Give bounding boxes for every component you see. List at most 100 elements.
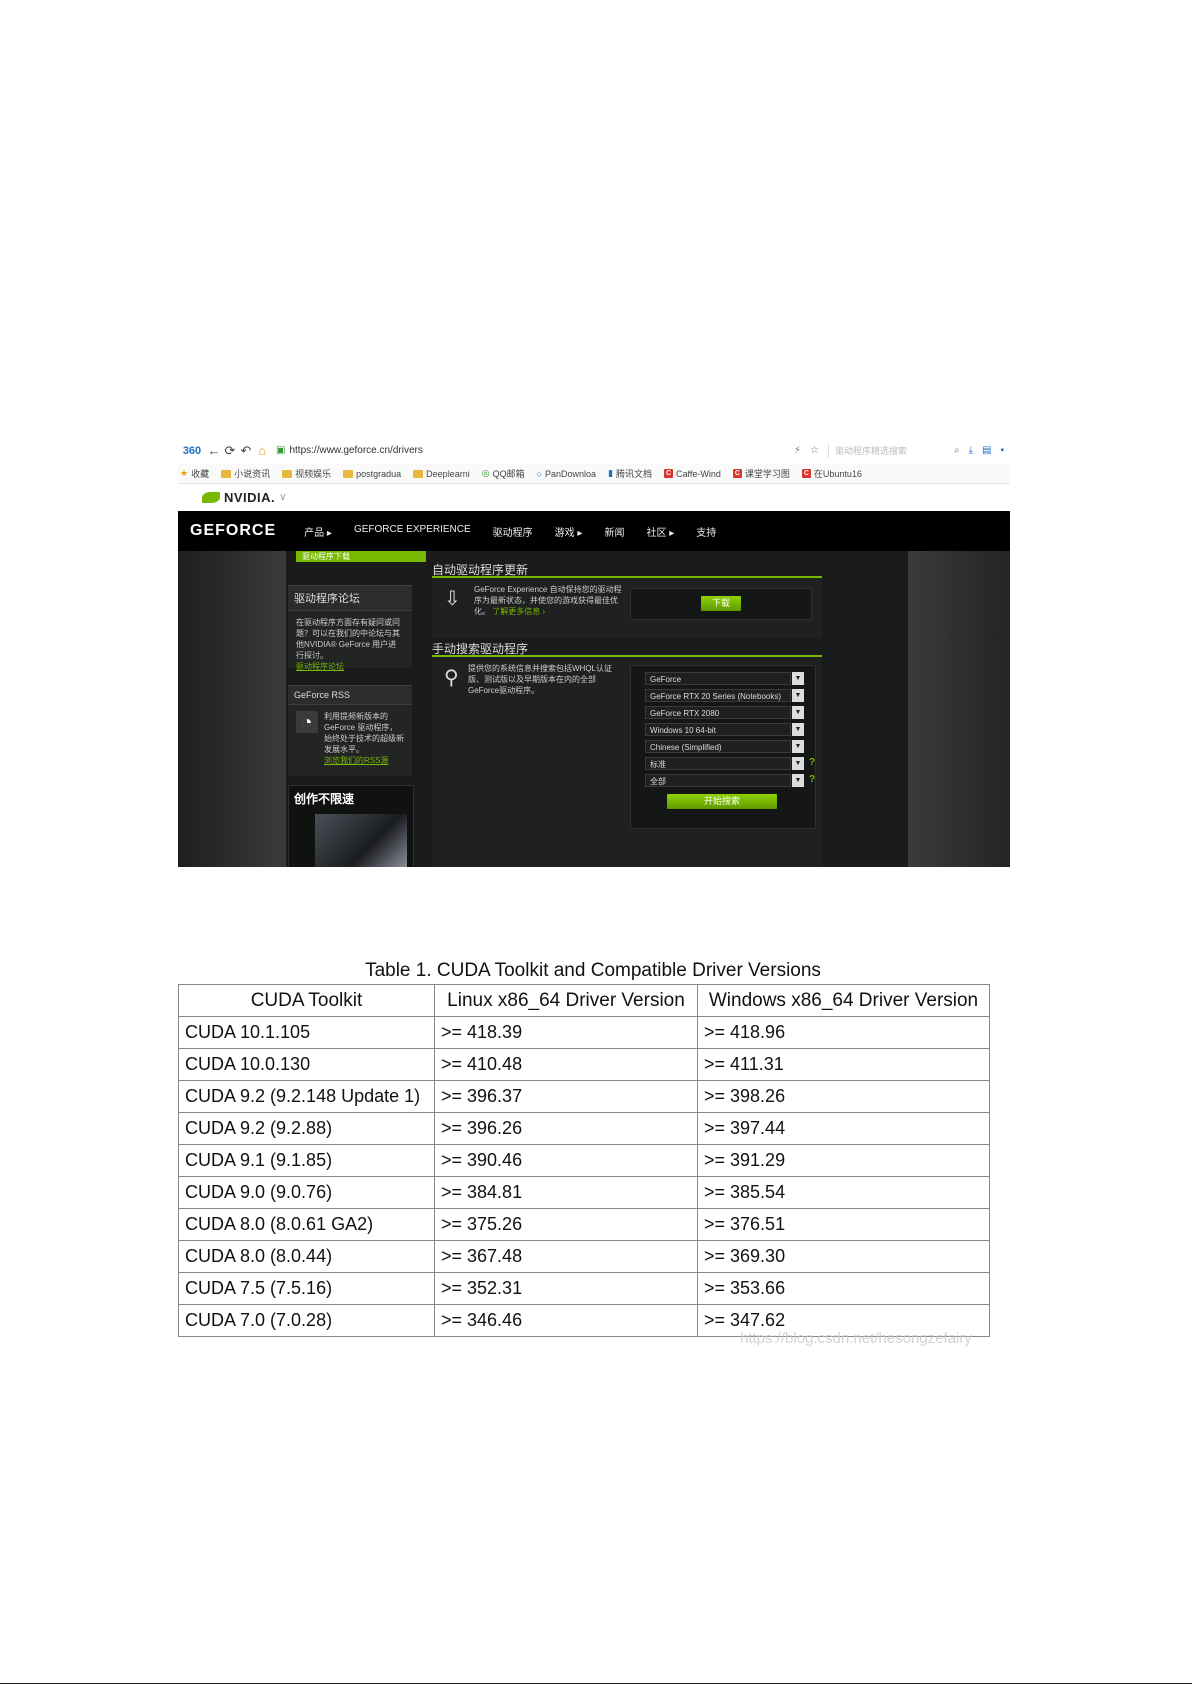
bookmark-item[interactable]: ▮ 腾讯文档 <box>608 467 652 480</box>
dropdown-arrow-icon[interactable]: ▼ <box>792 757 804 770</box>
bookmark-item[interactable]: C Caffe-Wind <box>664 469 721 479</box>
cell-toolkit: CUDA 9.0 (9.0.76) <box>178 1176 435 1209</box>
promo-banner[interactable]: 创作不限速 <box>288 785 414 867</box>
download-box: 下载 <box>630 588 812 620</box>
lightning-icon[interactable]: ⚡ <box>794 445 801 456</box>
qq-icon: ◎ <box>481 468 490 478</box>
table-row: CUDA 10.0.130 >= 410.48 >= 411.31 <box>178 1048 990 1081</box>
bookmark-item[interactable]: ○ PanDownloa <box>537 469 596 479</box>
bookmark-item[interactable]: ◎ QQ邮箱 <box>482 467 525 480</box>
table-row: CUDA 7.5 (7.5.16) >= 352.31 >= 353.66 <box>178 1272 990 1305</box>
dropdown-arrow-icon[interactable]: ▼ <box>792 672 804 685</box>
csdn-icon: C <box>732 469 742 478</box>
url-field[interactable]: ▣ https://www.geforce.cn/drivers <box>276 445 423 456</box>
nvidia-logo[interactable]: NVIDIA. ∨ <box>202 490 287 505</box>
product-select[interactable]: GeForce RTX 2080 ▼ <box>645 706 804 719</box>
help-icon[interactable]: ? <box>809 774 815 785</box>
address-bar: 360 ← ⟳ ↶ ⌂ ▣ https://www.geforce.cn/driv… <box>178 437 1010 464</box>
table-row: CUDA 9.2 (9.2.148 Update 1) >= 396.37 >= 3… <box>178 1080 990 1113</box>
folder-icon <box>282 469 293 478</box>
learn-more-link[interactable]: 了解更多信息 › <box>492 607 545 616</box>
table-row: CUDA 8.0 (8.0.44) >= 367.48 >= 369.30 <box>178 1240 990 1273</box>
cell-linux: >= 410.48 <box>434 1048 698 1081</box>
language-select[interactable]: Chinese (Simplified) ▼ <box>645 740 804 753</box>
forum-text: 在驱动程序方面存有疑问或问题？可以在我们的中论坛与其他NVIDIA® GeFor… <box>296 618 400 660</box>
bookmark-item[interactable]: 视频娱乐 <box>282 467 331 480</box>
rss-text: 利用提频新版本的GeForce 驱动程序，始终处于技术的超级新发展水平。 <box>324 712 404 754</box>
auto-update-desc: GeForce Experience 自动保持您的驱动程序为最新状态，并使您的游… <box>474 584 624 617</box>
cell-toolkit: CUDA 7.5 (7.5.16) <box>178 1272 435 1305</box>
cell-toolkit: CUDA 9.1 (9.1.85) <box>178 1144 435 1177</box>
product-series-select[interactable]: GeForce RTX 20 Series (Notebooks) ▼ <box>645 689 804 702</box>
cell-windows: >= 353.66 <box>697 1272 990 1305</box>
refresh-icon[interactable]: ⟳ <box>222 443 238 459</box>
forum-box: 驱动程序论坛 在驱动程序方面存有疑问或问题？可以在我们的中论坛与其他NVIDIA… <box>288 585 412 671</box>
home-icon[interactable]: ⌂ <box>254 443 270 458</box>
magnifier-icon: ⚲ <box>444 667 459 689</box>
forum-title: 驱动程序论坛 <box>288 586 412 611</box>
header-linux-driver: Linux x86_64 Driver Version <box>434 984 698 1017</box>
sidebar-tab-drivers[interactable]: 驱动程序下载 <box>296 551 426 562</box>
table-row: CUDA 9.1 (9.1.85) >= 390.46 >= 391.29 <box>178 1144 990 1177</box>
download-button[interactable]: 下载 <box>701 596 741 611</box>
cell-toolkit: CUDA 8.0 (8.0.61 GA2) <box>178 1208 435 1241</box>
nvidia-bar: NVIDIA. ∨ <box>178 484 1010 511</box>
dropdown-arrow-icon[interactable]: ▼ <box>792 689 804 702</box>
cell-windows: >= 397.44 <box>697 1112 990 1145</box>
dropdown-arrow-icon[interactable]: ▼ <box>792 706 804 719</box>
bookmark-item[interactable]: C 在Ubuntu16 <box>801 467 862 480</box>
download-type-select[interactable]: 全部 ▼ <box>645 774 804 787</box>
start-search-button[interactable]: 开始搜索 <box>667 794 777 809</box>
table-caption: Table 1. CUDA Toolkit and Compatible Dri… <box>365 960 821 981</box>
nav-item-drivers[interactable]: 驱动程序 <box>493 524 533 539</box>
page-bottom-rule <box>0 1683 1192 1684</box>
dropdown-arrow-icon[interactable]: ▼ <box>792 774 804 787</box>
cell-linux: >= 346.46 <box>434 1304 698 1337</box>
folder-icon <box>221 469 232 478</box>
doc-icon: ▮ <box>608 468 614 478</box>
nav-item-news[interactable]: 新闻 <box>604 524 624 539</box>
nav-item-products[interactable]: 产品 ▸ <box>304 524 332 539</box>
bookmark-item[interactable]: ★ 收藏 <box>180 467 209 480</box>
nav-item-games[interactable]: 游戏 ▸ <box>555 524 583 539</box>
product-type-select[interactable]: GeForce ▼ <box>645 672 804 685</box>
promo-image <box>315 814 407 867</box>
background-left <box>178 551 286 867</box>
cuda-driver-table: CUDA Toolkit Linux x86_64 Driver Version… <box>178 984 990 1337</box>
dropdown-arrow-icon[interactable]: ▼ <box>792 723 804 736</box>
forum-link[interactable]: 驱动程序论坛 <box>296 662 344 671</box>
back-icon[interactable]: ← <box>206 443 222 458</box>
browser-logo: 360 <box>182 444 202 457</box>
watermark: https://blog.csdn.net/hesongzefairy <box>740 1330 972 1347</box>
geforce-nav: GEFORCE 产品 ▸ GEFORCE EXPERIENCE 驱动程序 游戏 … <box>178 511 1010 551</box>
bookmarks-bar: ★ 收藏 小说资讯 视频娱乐 postgradua Deeplearni ◎ QQ邮… <box>178 464 1010 484</box>
bookmark-item[interactable]: 小说资讯 <box>221 467 270 480</box>
cell-windows: >= 376.51 <box>697 1208 990 1241</box>
nav-item-community[interactable]: 社区 ▸ <box>646 524 674 539</box>
save-icon[interactable]: ▪ <box>1000 445 1004 456</box>
search-icon[interactable]: ⌕ <box>954 445 960 456</box>
geforce-logo[interactable]: GEFORCE <box>190 522 276 540</box>
bookmark-item[interactable]: Deeplearni <box>413 469 470 479</box>
cell-linux: >= 390.46 <box>434 1144 698 1177</box>
rss-link[interactable]: 浏览我们的RSS源 <box>324 756 388 765</box>
cell-linux: >= 367.48 <box>434 1240 698 1273</box>
dropdown-arrow-icon[interactable]: ▼ <box>792 740 804 753</box>
bookmark-item[interactable]: postgradua <box>343 469 401 479</box>
background-right <box>908 551 1010 867</box>
undo-icon[interactable]: ↶ <box>238 443 254 459</box>
nav-item-support[interactable]: 支持 <box>696 524 716 539</box>
cell-toolkit: CUDA 10.0.130 <box>178 1048 435 1081</box>
cell-windows: >= 418.96 <box>697 1016 990 1049</box>
cell-toolkit: CUDA 9.2 (9.2.88) <box>178 1112 435 1145</box>
help-icon[interactable]: ? <box>809 757 815 768</box>
download-icon[interactable]: ⤓ <box>969 445 973 456</box>
nav-item-experience[interactable]: GEFORCE EXPERIENCE <box>354 524 471 539</box>
os-select[interactable]: Windows 10 64-bit ▼ <box>645 723 804 736</box>
bookmark-item[interactable]: C 课堂学习图 <box>732 467 790 480</box>
search-input[interactable]: 驱动程序精选搜索 <box>827 443 945 458</box>
manual-search-title: 手动搜索驱动程序 <box>432 642 529 656</box>
star-icon[interactable]: ☆ <box>810 445 819 456</box>
extension-icon[interactable]: ▤ <box>982 445 991 456</box>
driver-type-select[interactable]: 标准 ▼ <box>645 757 804 770</box>
